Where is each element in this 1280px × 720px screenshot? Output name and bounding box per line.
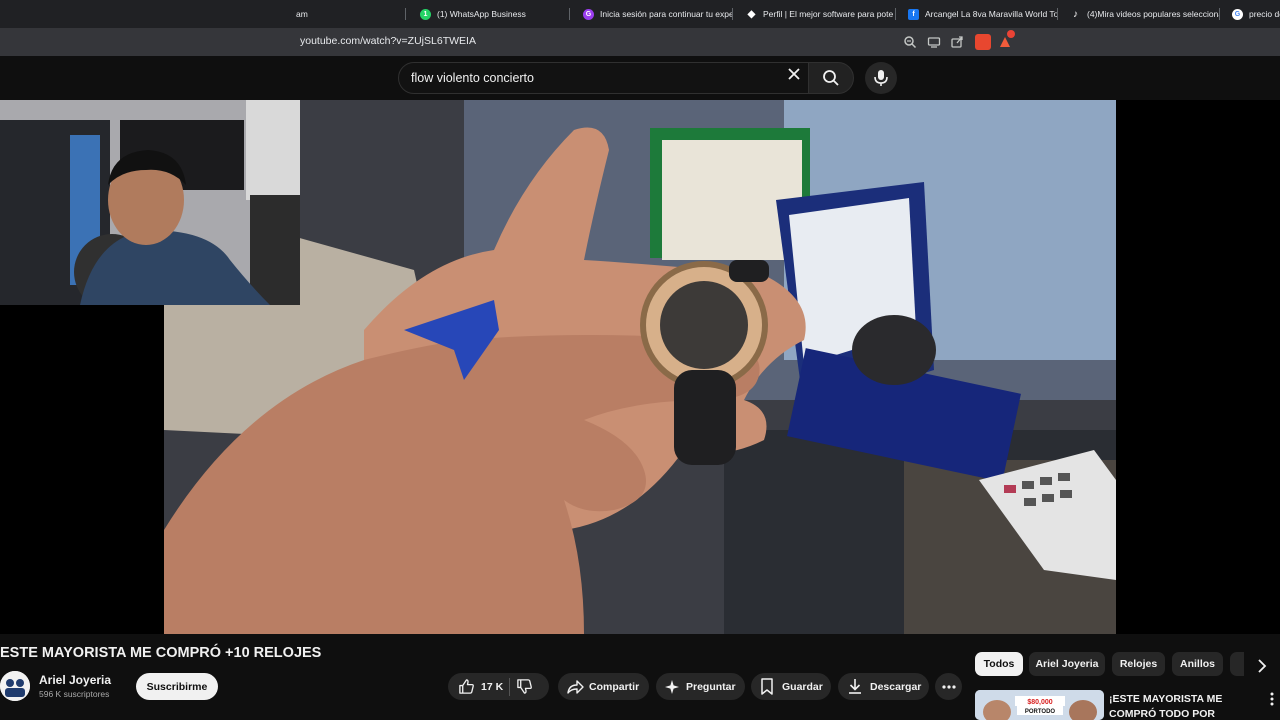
close-icon (788, 68, 800, 80)
like-divider (509, 677, 511, 696)
diamond-icon: ◆ (747, 8, 756, 20)
brave-shield-icon[interactable] (975, 34, 991, 50)
save-label: Guardar (782, 680, 823, 693)
channel-avatar[interactable] (0, 671, 30, 701)
dislike-button[interactable] (516, 678, 533, 695)
like-count: 17 K (481, 680, 504, 693)
chip-todos[interactable]: Todos (975, 652, 1023, 676)
subscribe-button[interactable]: Suscribirme (136, 673, 218, 700)
tab-label: am (296, 9, 308, 19)
share-button[interactable]: Compartir (558, 673, 649, 700)
browser-tab-strip: am 1 (1) WhatsApp Business G Inicia sesi… (0, 0, 1280, 28)
download-button[interactable]: Descargar (838, 673, 929, 700)
subscriber-count: 596 K suscriptores (39, 689, 110, 699)
thumb-price-text: $80,000 (1027, 699, 1052, 706)
zoom-icon[interactable] (903, 35, 917, 49)
clear-search-button[interactable] (784, 66, 804, 86)
address-bar: youtube.com/watch?v=ZUjSL6TWEIA (0, 28, 1280, 56)
browser-tab[interactable]: am (296, 0, 406, 28)
chip-ariel-joyeria[interactable]: Ariel Joyeria (1029, 652, 1105, 676)
video-frame (164, 100, 1116, 634)
channel-logo-image (0, 671, 30, 701)
like-dislike-group: 17 K (448, 673, 549, 700)
browser-tab[interactable]: G Inicia sesión para continuar tu expe (583, 0, 733, 28)
more-vertical-icon (1270, 692, 1274, 706)
tiktok-icon: ♪ (1073, 8, 1078, 20)
url-text[interactable]: youtube.com/watch?v=ZUjSL6TWEIA (300, 35, 476, 47)
more-horizontal-icon (941, 684, 956, 689)
notification-badge (1007, 30, 1015, 38)
tab-label: Arcangel La 8va Maravilla World To (925, 9, 1058, 19)
browser-tab[interactable]: G precio de (1232, 0, 1280, 28)
tab-label: Perfil | El mejor software para pote (763, 9, 894, 19)
more-actions-button[interactable] (935, 673, 962, 700)
share-label: Compartir (589, 680, 640, 693)
sparkle-icon (665, 679, 679, 694)
video-player[interactable] (0, 100, 1280, 634)
chevron-right-icon (1258, 659, 1267, 673)
google-icon: G (1232, 8, 1243, 20)
microphone-icon (874, 70, 888, 86)
download-icon (849, 679, 861, 694)
tab-label: Inicia sesión para continuar tu expe (600, 9, 733, 19)
search-button[interactable] (808, 62, 854, 94)
chip-relojes[interactable]: Relojes (1112, 652, 1165, 676)
ask-button[interactable]: Preguntar (656, 673, 745, 700)
chips-next-button[interactable] (1252, 656, 1272, 676)
chip-partial[interactable] (1230, 652, 1244, 676)
cast-icon[interactable] (927, 35, 941, 49)
search-box[interactable] (398, 62, 810, 94)
chip-anillos[interactable]: Anillos (1172, 652, 1223, 676)
bookmark-icon (761, 678, 773, 695)
tab-label: (4)Mira videos populares selecciona (1087, 9, 1220, 19)
share-icon (567, 679, 584, 694)
video-scene-image (164, 100, 1116, 634)
voice-search-button[interactable] (865, 62, 897, 94)
whatsapp-icon: 1 (420, 8, 431, 20)
browser-tab[interactable]: f Arcangel La 8va Maravilla World To (908, 0, 1058, 28)
related-video-title[interactable]: ¡ESTE MAYORISTA ME COMPRÓ TODO POR $84,9… (1109, 692, 1259, 720)
thumbs-up-icon (459, 679, 474, 694)
save-button[interactable]: Guardar (751, 673, 831, 700)
channel-name[interactable]: Ariel Joyeria (39, 673, 111, 687)
video-title: ESTE MAYORISTA ME COMPRÓ +10 RELOJES (0, 645, 322, 661)
thumb-caption-text: PORTODO (1025, 709, 1056, 715)
facebook-icon: f (908, 8, 919, 20)
share-page-icon[interactable] (950, 35, 964, 49)
download-label: Descargar (870, 680, 922, 693)
related-video-menu-button[interactable] (1266, 692, 1278, 708)
search-icon (823, 70, 839, 86)
tab-label: precio de (1249, 9, 1280, 19)
related-video-thumbnail[interactable]: $80,000 PORTODO (975, 690, 1104, 720)
browser-tab[interactable]: ♪ (4)Mira videos populares selecciona (1070, 0, 1220, 28)
streamer-webcam-image (0, 100, 300, 305)
search-input[interactable] (411, 63, 771, 93)
related-thumbnail-image: $80,000 PORTODO (975, 690, 1104, 720)
thumbs-down-icon (517, 679, 533, 694)
webcam-overlay (0, 100, 300, 305)
like-button[interactable]: 17 K (448, 678, 503, 695)
tab-label: (1) WhatsApp Business (437, 9, 526, 19)
browser-tab[interactable]: 1 (1) WhatsApp Business (420, 0, 570, 28)
app-icon: G (583, 8, 594, 20)
ask-label: Preguntar (686, 680, 736, 693)
browser-tab[interactable]: ◆ Perfil | El mejor software para pote (746, 0, 896, 28)
